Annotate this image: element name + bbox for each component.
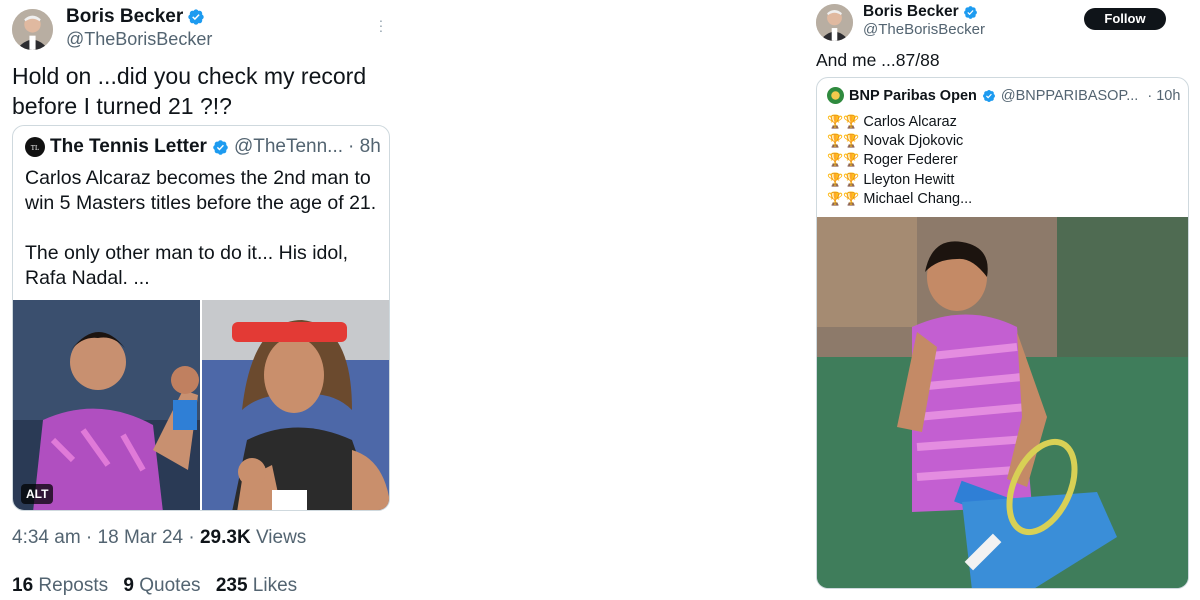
quoted-tweet-header: TL The Tennis Letter @TheTenn... · 8h <box>25 136 381 158</box>
list-item: 🏆🏆 Carlos Alcaraz <box>827 112 972 131</box>
quoted-tweet-time[interactable]: · 8h <box>348 136 381 158</box>
trophy-icon: 🏆🏆 <box>827 171 860 187</box>
bnp-logo-icon <box>827 87 844 104</box>
author-name[interactable]: Boris Becker <box>66 6 183 28</box>
left-tweet: Boris Becker @TheBorisBecker · · · Hold on… <box>0 0 400 600</box>
tweet-timestamp[interactable]: 4:34 am · 18 Mar 24 · 29.3K Views <box>12 527 306 549</box>
alcaraz-court-photo[interactable] <box>817 217 1188 588</box>
verified-badge-icon <box>188 9 204 25</box>
trophy-icon: 🏆🏆 <box>827 191 860 207</box>
avatar[interactable] <box>816 4 853 41</box>
player-name: Carlos Alcaraz <box>863 113 957 130</box>
alcaraz-photo[interactable]: ALT <box>13 300 200 510</box>
follow-button[interactable]: Follow <box>1084 8 1166 30</box>
reposts-label: Reposts <box>33 575 109 596</box>
quoted-author-name[interactable]: BNP Paribas Open <box>849 88 977 104</box>
champions-list: 🏆🏆 Carlos Alcaraz 🏆🏆 Novak Djokovic 🏆🏆 Roge… <box>827 112 972 209</box>
quotes-label: Quotes <box>133 575 201 596</box>
trophy-icon: 🏆🏆 <box>827 152 860 168</box>
likes-count: 235 <box>215 575 248 596</box>
author-name-row: Boris Becker <box>66 6 205 28</box>
views-label: Views <box>250 527 307 548</box>
player-name: Michael Chang... <box>863 191 973 208</box>
quoted-author-handle[interactable]: @TheTenn... <box>234 136 343 158</box>
quoted-tweet-header: BNP Paribas Open @BNPPARIBASOP... · 10h <box>827 87 1180 104</box>
player-name: Roger Federer <box>863 152 958 169</box>
svg-text:TL: TL <box>31 144 40 152</box>
engagement-stats: 16 Reposts 9 Quotes 235 Likes <box>12 575 307 597</box>
quoted-author-name[interactable]: The Tennis Letter <box>50 136 207 158</box>
quotes-stat[interactable]: 9 Quotes <box>123 575 200 597</box>
quoted-tweet-card[interactable]: BNP Paribas Open @BNPPARIBASOP... · 10h … <box>816 77 1189 589</box>
list-item: 🏆🏆 Lleyton Hewitt <box>827 170 972 189</box>
verified-badge-icon <box>213 139 228 155</box>
right-tweet: Boris Becker @TheBorisBecker Follow And … <box>808 0 1200 600</box>
more-options-icon[interactable]: · · · <box>375 13 387 37</box>
list-item: 🏆🏆 Roger Federer <box>827 151 972 170</box>
alt-text-badge[interactable]: ALT <box>21 484 54 504</box>
tweet-text: Hold on ...did you check my record befor… <box>12 63 367 119</box>
likes-stat[interactable]: 235 Likes <box>216 575 297 597</box>
views-count: 29.3K <box>199 527 251 548</box>
author-name-row: Boris Becker <box>863 3 978 21</box>
quoted-tweet-card[interactable]: TL The Tennis Letter @TheTenn... · 8h Ca… <box>12 125 390 511</box>
reposts-stat[interactable]: 16 Reposts <box>12 575 108 597</box>
avatar[interactable] <box>12 9 53 50</box>
likes-label: Likes <box>247 575 298 596</box>
author-handle[interactable]: @TheBorisBecker <box>863 21 985 38</box>
verified-badge-icon <box>963 5 977 19</box>
tennis-letter-logo-icon: TL <box>25 137 45 157</box>
timestamp-text[interactable]: 4:34 am · 18 Mar 24 · <box>12 527 200 548</box>
quoted-tweet-time[interactable]: · 10h <box>1147 88 1180 104</box>
author-handle[interactable]: @TheBorisBecker <box>66 29 212 50</box>
quotes-count: 9 <box>123 575 134 596</box>
player-name: Lleyton Hewitt <box>863 171 955 188</box>
verified-badge-icon <box>982 89 995 102</box>
quoted-tweet-text: Carlos Alcaraz becomes the 2nd man to wi… <box>25 167 377 289</box>
tweet-text: And me ...87/88 <box>816 50 940 70</box>
author-name[interactable]: Boris Becker <box>863 3 959 21</box>
trophy-icon: 🏆🏆 <box>827 113 860 129</box>
list-item: 🏆🏆 Novak Djokovic <box>827 131 972 150</box>
quoted-author-handle[interactable]: @BNPPARIBASOP... <box>1001 88 1138 104</box>
list-item: 🏆🏆 Michael Chang... <box>827 190 972 209</box>
reposts-count: 16 <box>12 575 34 596</box>
trophy-icon: 🏆🏆 <box>827 133 860 149</box>
nadal-photo[interactable] <box>202 300 389 510</box>
player-name: Novak Djokovic <box>863 133 964 150</box>
